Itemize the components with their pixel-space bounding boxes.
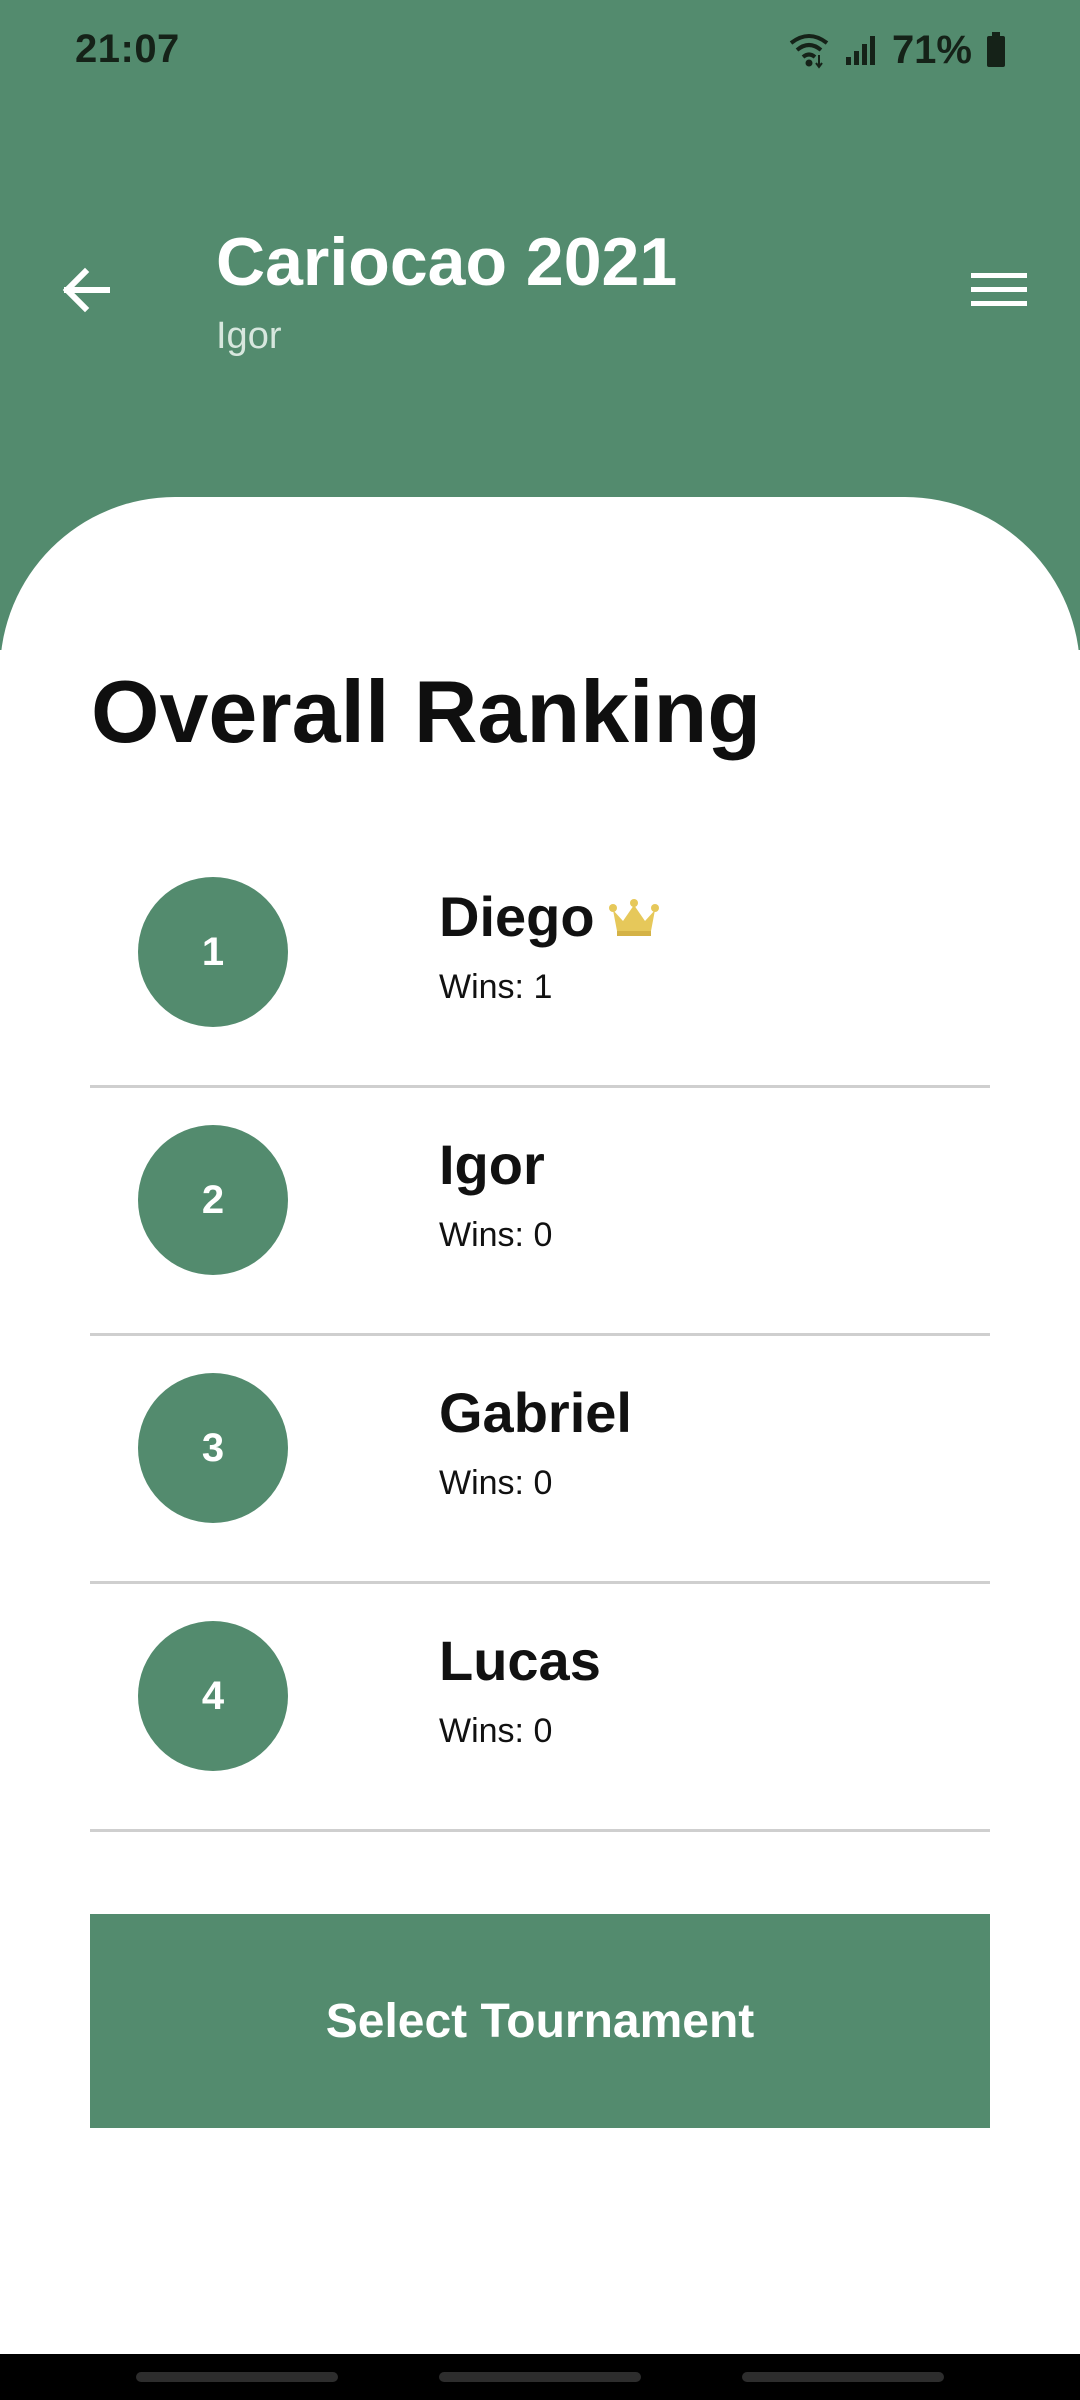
select-tournament-button[interactable]: Select Tournament xyxy=(90,1914,990,2128)
player-wins: Wins: 0 xyxy=(439,1216,553,1254)
status-time: 21:07 xyxy=(75,27,180,71)
section-title: Overall Ranking xyxy=(91,662,762,761)
hamburger-menu-icon xyxy=(971,270,1027,315)
player-wins: Wins: 0 xyxy=(439,1712,553,1750)
player-name: Gabriel xyxy=(439,1381,632,1444)
nav-home-button[interactable] xyxy=(439,2372,641,2382)
menu-button[interactable] xyxy=(953,246,1045,338)
ranking-row[interactable]: 1 Diego Wins: 1 xyxy=(90,840,990,1088)
status-bar-right: 71% xyxy=(788,26,1006,74)
signal-icon xyxy=(844,33,878,67)
battery-icon xyxy=(986,32,1006,68)
crown-icon xyxy=(608,897,659,937)
back-button[interactable] xyxy=(40,246,132,338)
rank-badge: 4 xyxy=(138,1621,288,1771)
app-title: Cariocao 2021 xyxy=(216,224,678,300)
nav-back-button[interactable] xyxy=(742,2372,944,2382)
player-name-row: Lucas xyxy=(439,1627,601,1695)
ranking-list: 1 Diego Wins: 1 2 Igor Wins: 0 3 Gabriel xyxy=(90,840,990,1832)
player-name-row: Igor xyxy=(439,1131,545,1199)
rank-badge: 2 xyxy=(138,1125,288,1275)
arrow-left-icon xyxy=(59,263,113,322)
ranking-row[interactable]: 4 Lucas Wins: 0 xyxy=(90,1584,990,1832)
player-wins: Wins: 0 xyxy=(439,1464,553,1502)
nav-recent-button[interactable] xyxy=(136,2372,338,2382)
player-name-row: Gabriel xyxy=(439,1379,632,1447)
player-name: Diego xyxy=(439,885,595,948)
player-wins: Wins: 1 xyxy=(439,968,553,1006)
ranking-row[interactable]: 2 Igor Wins: 0 xyxy=(90,1088,990,1336)
rank-badge: 3 xyxy=(138,1373,288,1523)
rank-badge: 1 xyxy=(138,877,288,1027)
wifi-icon xyxy=(788,31,830,69)
player-name: Lucas xyxy=(439,1629,601,1692)
app-subtitle: Igor xyxy=(216,315,282,357)
system-navigation-bar xyxy=(0,2354,1080,2400)
ranking-row[interactable]: 3 Gabriel Wins: 0 xyxy=(90,1336,990,1584)
player-name: Igor xyxy=(439,1133,545,1196)
battery-percent: 71% xyxy=(891,28,972,72)
player-name-row: Diego xyxy=(439,883,659,951)
